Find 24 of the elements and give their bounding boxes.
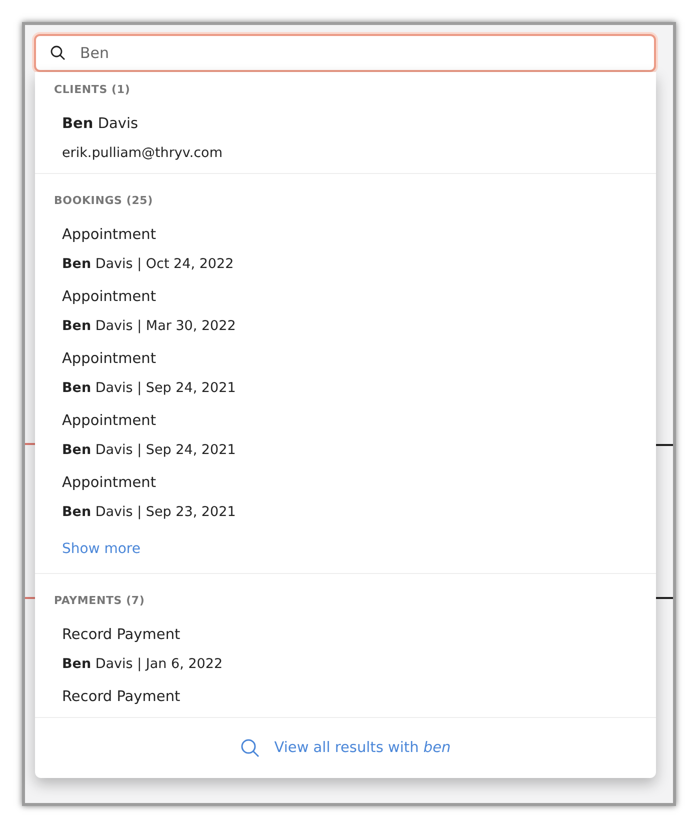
result-title[interactable]: Appointment <box>62 409 656 433</box>
result-detail: Ben Davis | Sep 24, 2021 <box>62 379 237 398</box>
result-title[interactable]: Appointment <box>62 471 656 495</box>
view-all-results-text: View all results with ben <box>274 740 451 756</box>
result-title[interactable]: Record Payment <box>62 685 656 709</box>
show-more-link[interactable]: Show more <box>62 541 140 557</box>
result-title[interactable]: Record Payment <box>62 623 656 647</box>
search-icon <box>240 738 260 758</box>
result-title[interactable]: Appointment <box>62 347 656 371</box>
result-detail: erik.pulliam@thryv.com <box>62 144 224 163</box>
result-title[interactable]: Ben Davis <box>62 112 656 136</box>
result-title[interactable]: Appointment <box>62 285 656 309</box>
view-all-results-link[interactable]: View all results with ben <box>240 738 451 758</box>
section-heading: CLIENTS (1) <box>53 83 132 97</box>
result-detail: Ben Davis | Oct 24, 2022 <box>62 255 235 274</box>
result-detail: Ben Davis | Sep 23, 2021 <box>62 503 237 522</box>
result-detail: Ben Davis | Mar 30, 2022 <box>62 317 237 336</box>
section-heading: PAYMENTS (7) <box>53 594 146 608</box>
search-field[interactable]: Ben <box>34 34 656 72</box>
search-icon <box>50 45 66 61</box>
result-detail: Ben Davis | Sep 24, 2021 <box>62 441 237 460</box>
result-title[interactable]: Appointment <box>62 223 656 247</box>
result-detail: Ben Davis | Jan 6, 2022 <box>62 655 224 674</box>
section-heading: BOOKINGS (25) <box>53 194 154 208</box>
